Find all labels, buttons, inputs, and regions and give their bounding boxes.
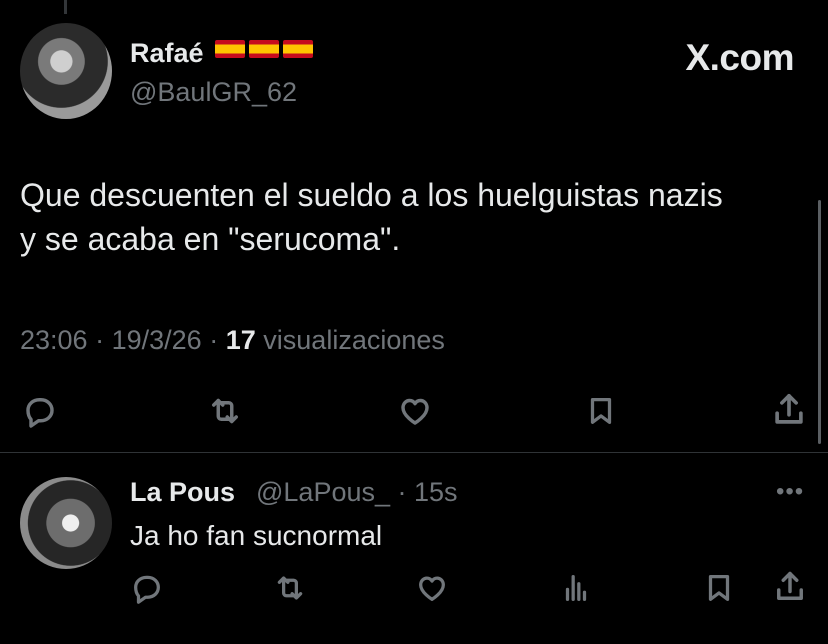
share-icon[interactable] bbox=[772, 569, 808, 605]
separator: · bbox=[209, 325, 219, 355]
reply-author-name[interactable]: La Pous bbox=[130, 477, 235, 508]
spain-flag-icon bbox=[249, 40, 279, 58]
bookmark-icon[interactable] bbox=[584, 393, 618, 429]
reply-icon[interactable] bbox=[22, 393, 58, 429]
scrollbar[interactable] bbox=[818, 200, 821, 444]
retweet-icon[interactable] bbox=[272, 571, 308, 605]
reply-text: Ja ho fan sucnormal bbox=[130, 520, 383, 551]
reply-author-handle[interactable]: @LaPous_ bbox=[256, 477, 390, 507]
brand-watermark: X.com bbox=[685, 37, 794, 78]
like-icon[interactable] bbox=[414, 571, 450, 605]
reply-meta: @LaPous_ · 15s bbox=[256, 477, 458, 508]
reply-icon[interactable] bbox=[130, 571, 164, 605]
author-flags bbox=[215, 40, 313, 58]
views-icon[interactable] bbox=[558, 571, 594, 605]
separator: · bbox=[95, 325, 105, 355]
spain-flag-icon bbox=[283, 40, 313, 58]
author-avatar[interactable] bbox=[20, 23, 112, 119]
tweet-text-line: Que descuenten el sueldo a los huelguist… bbox=[20, 177, 723, 213]
tweet-text: Que descuenten el sueldo a los huelguist… bbox=[20, 173, 810, 261]
tweet-meta: 23:06 · 19/3/26 · 17 visualizaciones bbox=[20, 325, 445, 356]
like-icon[interactable] bbox=[396, 393, 434, 429]
more-options-icon[interactable]: ••• bbox=[776, 478, 804, 506]
reply-avatar[interactable] bbox=[20, 477, 112, 569]
tweet-date[interactable]: 19/3/26 bbox=[112, 325, 202, 355]
author-handle[interactable]: @BaulGR_62 bbox=[130, 77, 297, 108]
thread-line bbox=[64, 0, 67, 14]
bookmark-icon[interactable] bbox=[702, 571, 736, 605]
spain-flag-icon bbox=[215, 40, 245, 58]
divider bbox=[0, 452, 828, 453]
tweet-time[interactable]: 23:06 bbox=[20, 325, 88, 355]
share-icon[interactable] bbox=[770, 391, 808, 429]
tweet-text-line: y se acaba en "serucoma". bbox=[20, 221, 401, 257]
views-label: visualizaciones bbox=[263, 325, 445, 355]
author-name[interactable]: Rafaé bbox=[130, 38, 204, 69]
views-count: 17 bbox=[225, 325, 256, 355]
reply-time[interactable]: · 15s bbox=[398, 477, 458, 507]
retweet-icon[interactable] bbox=[206, 393, 244, 429]
